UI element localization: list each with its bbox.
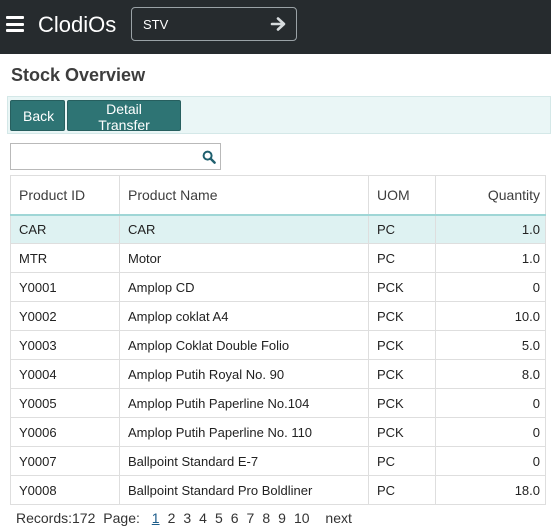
cell-uom: PC — [368, 243, 436, 273]
cell-uom: PCK — [368, 388, 436, 418]
cell-product-id: Y0005 — [10, 388, 120, 418]
cell-product-id: CAR — [10, 214, 120, 244]
cell-product-name: Ballpoint Standard E-7 — [119, 446, 369, 476]
records-count: Records:172 — [16, 510, 96, 526]
cell-uom: PCK — [368, 359, 436, 389]
cell-quantity: 1.0 — [435, 243, 546, 273]
cell-uom: PCK — [368, 330, 436, 360]
cell-quantity: 8.0 — [435, 359, 546, 389]
pager: Records:172 Page: 1 2 3 4 5 6 7 8 9 10 next — [16, 510, 352, 526]
table-header-row: Product ID Product Name UOM Quantity — [10, 175, 546, 216]
page-link[interactable]: 9 — [278, 510, 286, 526]
search-input[interactable] — [13, 146, 193, 167]
cell-uom: PC — [368, 446, 436, 476]
cell-product-id: Y0003 — [10, 330, 120, 360]
context-value: STV — [143, 17, 169, 32]
cell-quantity: 0 — [435, 417, 546, 447]
page-link[interactable]: 5 — [215, 510, 223, 526]
column-header-quantity[interactable]: Quantity — [435, 175, 546, 216]
page-link[interactable]: 8 — [262, 510, 270, 526]
cell-product-name: Amplop CD — [119, 272, 369, 302]
arrow-right-icon[interactable] — [270, 15, 288, 33]
cell-product-id: Y0008 — [10, 475, 120, 505]
next-page-link[interactable]: next — [325, 510, 351, 526]
table-row[interactable]: Y0005 Amplop Putih Paperline No.104 PCK 0 — [10, 388, 546, 418]
cell-product-name: Motor — [119, 243, 369, 273]
cell-uom: PCK — [368, 272, 436, 302]
page-link[interactable]: 2 — [168, 510, 176, 526]
context-selector[interactable]: STV — [131, 7, 297, 41]
table-row[interactable]: Y0008 Ballpoint Standard Pro Boldliner PC 1… — [10, 475, 546, 505]
search-box — [10, 143, 221, 170]
page-link[interactable]: 3 — [183, 510, 191, 526]
cell-product-name: Ballpoint Standard Pro Boldliner — [119, 475, 369, 505]
cell-quantity: 0 — [435, 272, 546, 302]
table-row[interactable]: Y0001 Amplop CD PCK 0 — [10, 272, 546, 302]
cell-uom: PCK — [368, 417, 436, 447]
table-row[interactable]: CAR CAR PC 1.0 — [10, 214, 546, 244]
cell-product-id: Y0001 — [10, 272, 120, 302]
table-row[interactable]: Y0007 Ballpoint Standard E-7 PC 0 — [10, 446, 546, 476]
cell-product-name: Amplop Putih Royal No. 90 — [119, 359, 369, 389]
page-link[interactable]: 7 — [247, 510, 255, 526]
cell-product-name: Amplop Putih Paperline No. 110 — [119, 417, 369, 447]
hamburger-icon[interactable] — [6, 16, 24, 32]
cell-quantity: 0 — [435, 388, 546, 418]
page-label: Page: — [103, 510, 140, 526]
cell-product-id: Y0002 — [10, 301, 120, 331]
page-link[interactable]: 6 — [231, 510, 239, 526]
cell-product-id: Y0006 — [10, 417, 120, 447]
cell-product-id: Y0007 — [10, 446, 120, 476]
stock-table: Product ID Product Name UOM Quantity CAR… — [10, 175, 546, 505]
cell-uom: PCK — [368, 301, 436, 331]
column-header-product-name[interactable]: Product Name — [119, 175, 369, 216]
page-link[interactable]: 10 — [294, 510, 310, 526]
page-title: Stock Overview — [11, 65, 146, 85]
top-bar: ClodiOs STV — [0, 0, 551, 54]
cell-product-name: Amplop coklat A4 — [119, 301, 369, 331]
page-links: 1 2 3 4 5 6 7 8 9 10 — [148, 510, 314, 526]
table-row[interactable]: MTR Motor PC 1.0 — [10, 243, 546, 273]
detail-transfer-button[interactable]: Detail Transfer — [67, 100, 181, 133]
cell-quantity: 18.0 — [435, 475, 546, 505]
back-button[interactable]: Back — [10, 100, 65, 131]
cell-uom: PC — [368, 214, 436, 244]
action-toolbar: Back Detail Transfer — [7, 96, 551, 134]
column-header-product-id[interactable]: Product ID — [10, 175, 120, 216]
cell-product-name: Amplop Putih Paperline No.104 — [119, 388, 369, 418]
cell-quantity: 10.0 — [435, 301, 546, 331]
column-header-uom[interactable]: UOM — [368, 175, 436, 216]
page-link[interactable]: 4 — [199, 510, 207, 526]
search-icon[interactable] — [202, 150, 216, 164]
cell-quantity: 1.0 — [435, 214, 546, 244]
table-body: CAR CAR PC 1.0 MTR Motor PC 1.0 Y0001 Amplop CD PC… — [10, 214, 546, 505]
table-row[interactable]: Y0002 Amplop coklat A4 PCK 10.0 — [10, 301, 546, 331]
cell-product-id: MTR — [10, 243, 120, 273]
cell-product-name: CAR — [119, 214, 369, 244]
table-row[interactable]: Y0004 Amplop Putih Royal No. 90 PCK 8.0 — [10, 359, 546, 389]
app-title: ClodiOs — [38, 12, 117, 37]
cell-uom: PC — [368, 475, 436, 505]
table-row[interactable]: Y0003 Amplop Coklat Double Folio PCK 5.0 — [10, 330, 546, 360]
page-link[interactable]: 1 — [152, 510, 160, 526]
cell-product-name: Amplop Coklat Double Folio — [119, 330, 369, 360]
cell-product-id: Y0004 — [10, 359, 120, 389]
cell-quantity: 5.0 — [435, 330, 546, 360]
cell-quantity: 0 — [435, 446, 546, 476]
table-row[interactable]: Y0006 Amplop Putih Paperline No. 110 PCK 0 — [10, 417, 546, 447]
